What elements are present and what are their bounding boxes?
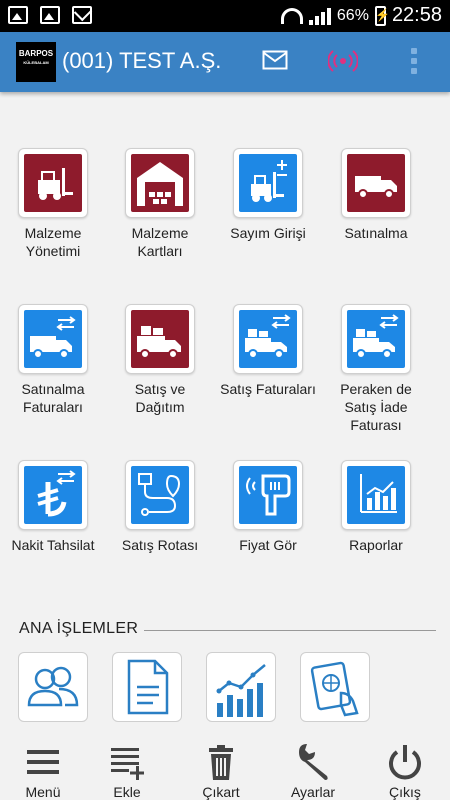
tile-satis-rotasi[interactable]: Satış Rotası bbox=[112, 460, 208, 554]
app-bar: BARPOS KÜLEBALAM (001) TEST A.Ş. bbox=[0, 32, 450, 92]
battery-icon bbox=[374, 5, 390, 26]
tile-fiyat-gor[interactable]: Fiyat Gör bbox=[220, 460, 316, 554]
wrench-icon bbox=[299, 744, 328, 780]
live-signal-button[interactable] bbox=[327, 48, 359, 74]
tile-sayim-girisi[interactable]: Sayım Girişi bbox=[220, 148, 316, 242]
tile-label: Nakit Tahsilat bbox=[11, 537, 95, 553]
menu-icon bbox=[27, 750, 59, 774]
trash-icon bbox=[209, 745, 233, 780]
nav-label: Ayarlar bbox=[290, 784, 336, 800]
users-icon bbox=[27, 666, 79, 707]
wifi-icon bbox=[280, 7, 303, 24]
loaded-truck-arrows-icon bbox=[239, 310, 297, 368]
forklift-icon bbox=[24, 154, 82, 212]
add-list-icon bbox=[111, 748, 144, 780]
ana-tile-passport[interactable] bbox=[300, 652, 370, 722]
nav-cikis[interactable]: Çıkış bbox=[370, 728, 440, 800]
mail-icon bbox=[72, 6, 92, 24]
tile-satinalma-faturalari[interactable]: Satınalma Faturaları bbox=[5, 304, 101, 416]
tile-label: Peraken de Satış İade Faturası bbox=[340, 381, 412, 433]
app-title: (001) TEST A.Ş. bbox=[62, 48, 222, 73]
gallery-icon bbox=[40, 6, 60, 24]
ana-tile-analytics[interactable] bbox=[206, 652, 276, 722]
clock: 22:58 bbox=[391, 4, 442, 26]
tile-raporlar[interactable]: Raporlar bbox=[328, 460, 424, 554]
notification-icons bbox=[8, 6, 92, 24]
tile-label: Fiyat Gör bbox=[239, 537, 297, 553]
nav-ayarlar[interactable]: Ayarlar bbox=[278, 728, 348, 800]
tile-label: Satınalma bbox=[344, 225, 408, 241]
lira-icon bbox=[24, 466, 82, 524]
tile-label: Satış Rotası bbox=[121, 537, 199, 553]
analytics-icon bbox=[216, 664, 266, 717]
tile-label: Satınalma Faturaları bbox=[21, 381, 85, 415]
tile-malzeme-kartlari[interactable]: Malzeme Kartları bbox=[112, 148, 208, 260]
tile-perakende-satis-iade-faturasi[interactable]: Peraken de Satış İade Faturası bbox=[328, 304, 424, 434]
tile-label: Satış ve Dağıtım bbox=[134, 381, 186, 415]
nav-ekle[interactable]: Ekle bbox=[92, 728, 162, 800]
tile-label: Satış Faturaları bbox=[220, 381, 316, 397]
tile-malzeme-yonetimi[interactable]: Malzeme Yönetimi bbox=[5, 148, 101, 260]
truck-icon bbox=[347, 154, 405, 212]
live-signal-icon bbox=[327, 50, 359, 72]
ana-tile-users[interactable] bbox=[18, 652, 88, 722]
chart-icon bbox=[347, 466, 405, 524]
barcode-scanner-icon bbox=[239, 466, 297, 524]
tile-satis-faturalari[interactable]: Satış Faturaları bbox=[220, 304, 316, 398]
battery-percent: 66% bbox=[336, 6, 369, 24]
status-bar: 66% 22:58 bbox=[0, 0, 450, 32]
document-icon bbox=[127, 659, 169, 715]
tile-label: Malzeme Kartları bbox=[131, 225, 189, 259]
ana-tile-document[interactable] bbox=[112, 652, 182, 722]
loaded-truck-icon bbox=[131, 310, 189, 368]
more-vert-icon[interactable] bbox=[404, 46, 424, 76]
warehouse-icon bbox=[131, 154, 189, 212]
section-divider bbox=[144, 630, 436, 631]
tile-label: Raporlar bbox=[349, 537, 403, 553]
forklift-count-icon bbox=[239, 154, 297, 212]
nav-cikart[interactable]: Çıkart bbox=[186, 728, 256, 800]
mail-button[interactable] bbox=[262, 50, 288, 70]
nav-label: Çıkart bbox=[202, 784, 240, 800]
nav-label: Çıkış bbox=[389, 784, 421, 800]
route-icon bbox=[131, 466, 189, 524]
passport-icon bbox=[310, 661, 359, 717]
truck-arrows-icon bbox=[24, 310, 82, 368]
system-icons: 66% 22:58 bbox=[280, 4, 442, 27]
nav-label: Menü bbox=[25, 784, 61, 800]
bottom-nav: Menü Ekle Çıkart Ayarlar Çıkış bbox=[0, 728, 450, 800]
tile-label: Malzeme Yönetimi bbox=[24, 225, 82, 259]
tile-nakit-tahsilat[interactable]: Nakit Tahsilat bbox=[5, 460, 101, 554]
loaded-truck-arrows-icon bbox=[347, 310, 405, 368]
tile-label: Sayım Girişi bbox=[230, 225, 306, 241]
tile-satis-ve-dagitim[interactable]: Satış ve Dağıtım bbox=[112, 304, 208, 416]
nav-menu[interactable]: Menü bbox=[8, 728, 78, 800]
mail-icon bbox=[262, 50, 288, 70]
tile-satinalma[interactable]: Satınalma bbox=[328, 148, 424, 242]
logo-sub: KÜLEBALAM bbox=[23, 60, 49, 65]
image-icon bbox=[8, 6, 28, 24]
signal-icon bbox=[308, 7, 331, 25]
section-title: ANA İŞLEMLER bbox=[19, 620, 139, 637]
app-logo: BARPOS KÜLEBALAM bbox=[16, 42, 56, 82]
logo-text: BARPOS bbox=[18, 49, 54, 58]
nav-label: Ekle bbox=[113, 784, 141, 800]
power-icon bbox=[389, 745, 421, 780]
